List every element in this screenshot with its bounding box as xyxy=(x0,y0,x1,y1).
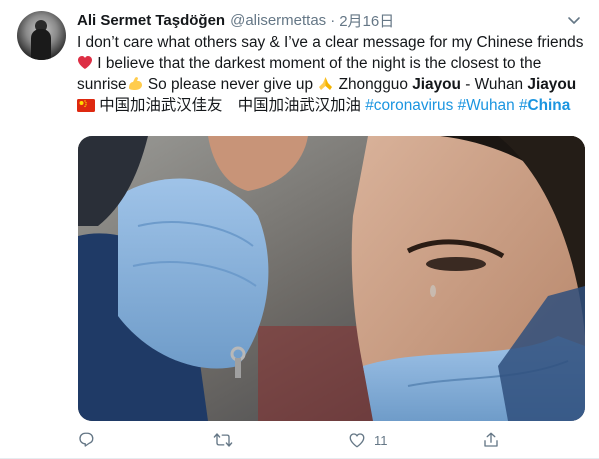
share-icon xyxy=(484,432,498,447)
avatar-figure xyxy=(31,29,51,60)
like-count: 11 xyxy=(374,432,388,448)
tweet-text: I don’t care what others say & I’ve a cl… xyxy=(77,32,592,116)
bold-jiayou-2: Jiayou xyxy=(527,76,577,93)
hashtag-wuhan[interactable]: #Wuhan xyxy=(458,97,515,114)
share-button[interactable] xyxy=(482,430,500,450)
text-part: - Wuhan xyxy=(460,76,528,93)
avatar[interactable] xyxy=(17,11,66,60)
flexed-biceps-icon xyxy=(128,77,142,90)
reply-button[interactable] xyxy=(77,430,103,450)
like-button[interactable]: 11 xyxy=(348,430,388,450)
retweet-icon xyxy=(213,433,233,447)
red-heart-icon xyxy=(78,56,92,69)
like-icon xyxy=(349,433,365,448)
bold-jiayou-1: Jiayou xyxy=(412,76,461,93)
text-part: Zhongguo xyxy=(334,76,413,93)
folded-hands-icon xyxy=(319,77,333,90)
reply-icon xyxy=(79,432,94,447)
tweet-date[interactable]: 2月16日 xyxy=(339,10,394,31)
chevron-down-icon[interactable] xyxy=(566,12,582,28)
tweet-photo[interactable] xyxy=(78,136,585,421)
hashtag-china-prefix: # xyxy=(518,97,528,114)
tweet-header: Ali Sermet Taşdöğen @alisermettas · 2月16… xyxy=(77,10,394,30)
text-part xyxy=(576,76,580,93)
author-handle[interactable]: @alisermettas xyxy=(230,12,326,29)
author-name[interactable]: Ali Sermet Taşdöğen xyxy=(77,12,225,29)
tweet[interactable]: Ali Sermet Taşdöğen @alisermettas · 2月16… xyxy=(0,0,599,459)
text-part: 中国加油武汉佳友 中国加油武汉加油 xyxy=(95,97,366,114)
retweet-button[interactable] xyxy=(213,430,241,450)
text-part: So please never give up xyxy=(143,76,318,93)
hashtag-china-label: China xyxy=(527,97,571,114)
text-part: I don’t care what others say & I’ve a cl… xyxy=(77,34,588,51)
china-flag-icon xyxy=(77,99,95,112)
separator-dot: · xyxy=(330,11,336,29)
hashtag-coronavirus[interactable]: #coronavirus xyxy=(365,97,453,114)
photo-illustration xyxy=(78,136,585,421)
hashtag-china[interactable]: #China xyxy=(519,97,570,114)
tweet-actions: 11 xyxy=(77,428,557,452)
